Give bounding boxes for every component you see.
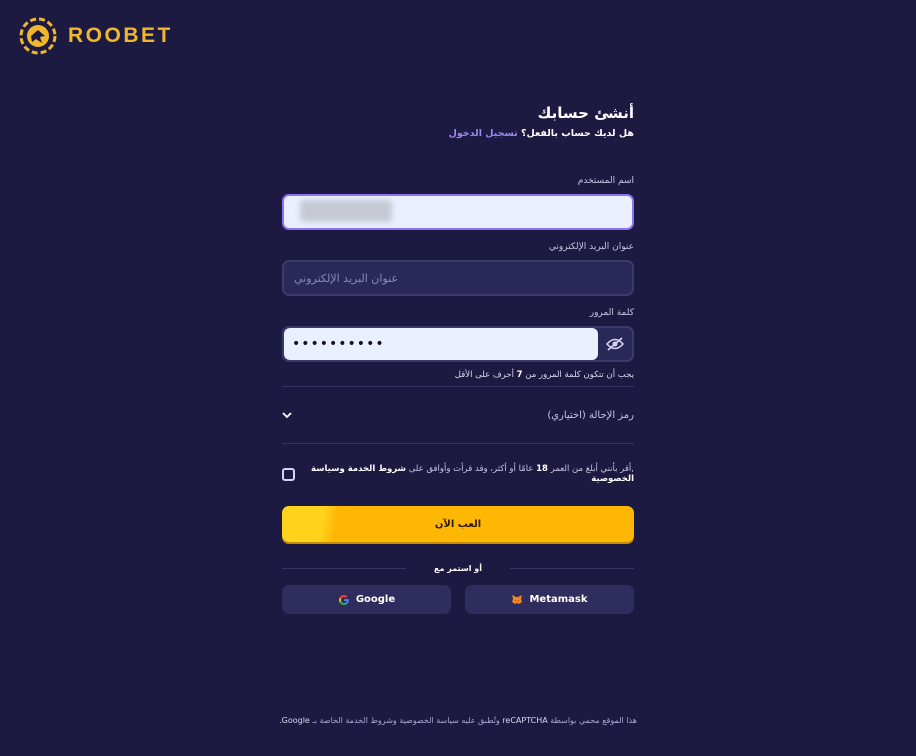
login-link[interactable]: تسجيل الدخول bbox=[449, 128, 518, 139]
toggle-password-visibility-button[interactable] bbox=[598, 328, 632, 360]
terms-text: ,أقر بأنني أبلغ من العمر 18 عامًا أو أكث… bbox=[310, 464, 634, 484]
email-field-wrapper: عنوان البريد الإلكتروني bbox=[282, 260, 634, 296]
brand-name: ROOBET bbox=[68, 24, 173, 47]
password-label: كلمة المرور bbox=[589, 308, 634, 318]
password-hint: يجب أن تتكون كلمة المرور من 7 أحرف على ا… bbox=[454, 370, 634, 380]
roobet-logo[interactable]: ROOBET bbox=[18, 16, 173, 56]
signup-form: أنشئ حسابك هل لديك حساب بالفعل؟ تسجيل ال… bbox=[282, 104, 635, 614]
have-account-text: هل لديك حساب بالفعل؟ bbox=[521, 128, 634, 139]
username-label: اسم المستخدم bbox=[577, 176, 634, 186]
email-placeholder: عنوان البريد الإلكتروني bbox=[294, 271, 399, 285]
or-continue-text: أو استمر مع bbox=[434, 564, 482, 573]
login-prompt: هل لديك حساب بالفعل؟ تسجيل الدخول bbox=[282, 128, 634, 139]
roobet-logo-icon bbox=[19, 17, 57, 55]
username-field-wrapper bbox=[282, 194, 634, 230]
password-field-wrapper: •••••••••• bbox=[282, 326, 634, 362]
password-input[interactable]: •••••••••• bbox=[284, 328, 598, 360]
eye-off-icon bbox=[606, 337, 624, 351]
social-login-row: Google Metamask bbox=[282, 585, 634, 614]
chevron-down-icon bbox=[282, 411, 292, 418]
username-input[interactable] bbox=[282, 194, 634, 230]
terms-agreement: ,أقر بأنني أبلغ من العمر 18 عامًا أو أكث… bbox=[282, 444, 634, 504]
google-login-button[interactable]: Google bbox=[282, 585, 451, 614]
metamask-login-button[interactable]: Metamask bbox=[465, 585, 634, 614]
email-label: عنوان البريد الإلكتروني bbox=[548, 242, 634, 252]
recaptcha-notice: هذا الموقع محمي بواسطة reCAPTCHA وتُطبق … bbox=[279, 716, 637, 725]
recaptcha-link[interactable]: reCAPTCHA bbox=[502, 716, 547, 725]
play-now-button[interactable]: العب الآن bbox=[282, 506, 634, 542]
referral-label: رمز الإحالة (اختياري) bbox=[547, 409, 634, 421]
google-icon bbox=[338, 594, 349, 605]
email-input[interactable]: عنوان البريد الإلكتروني bbox=[282, 260, 634, 296]
referral-code-toggle[interactable]: رمز الإحالة (اختياري) bbox=[282, 387, 634, 443]
metamask-fox-icon bbox=[512, 595, 523, 604]
page-title: أنشئ حسابك bbox=[537, 104, 634, 122]
username-redacted-value bbox=[300, 200, 392, 222]
terms-checkbox[interactable] bbox=[282, 467, 295, 481]
or-separator: أو استمر مع bbox=[282, 564, 635, 573]
google-link[interactable]: Google. bbox=[279, 716, 310, 725]
